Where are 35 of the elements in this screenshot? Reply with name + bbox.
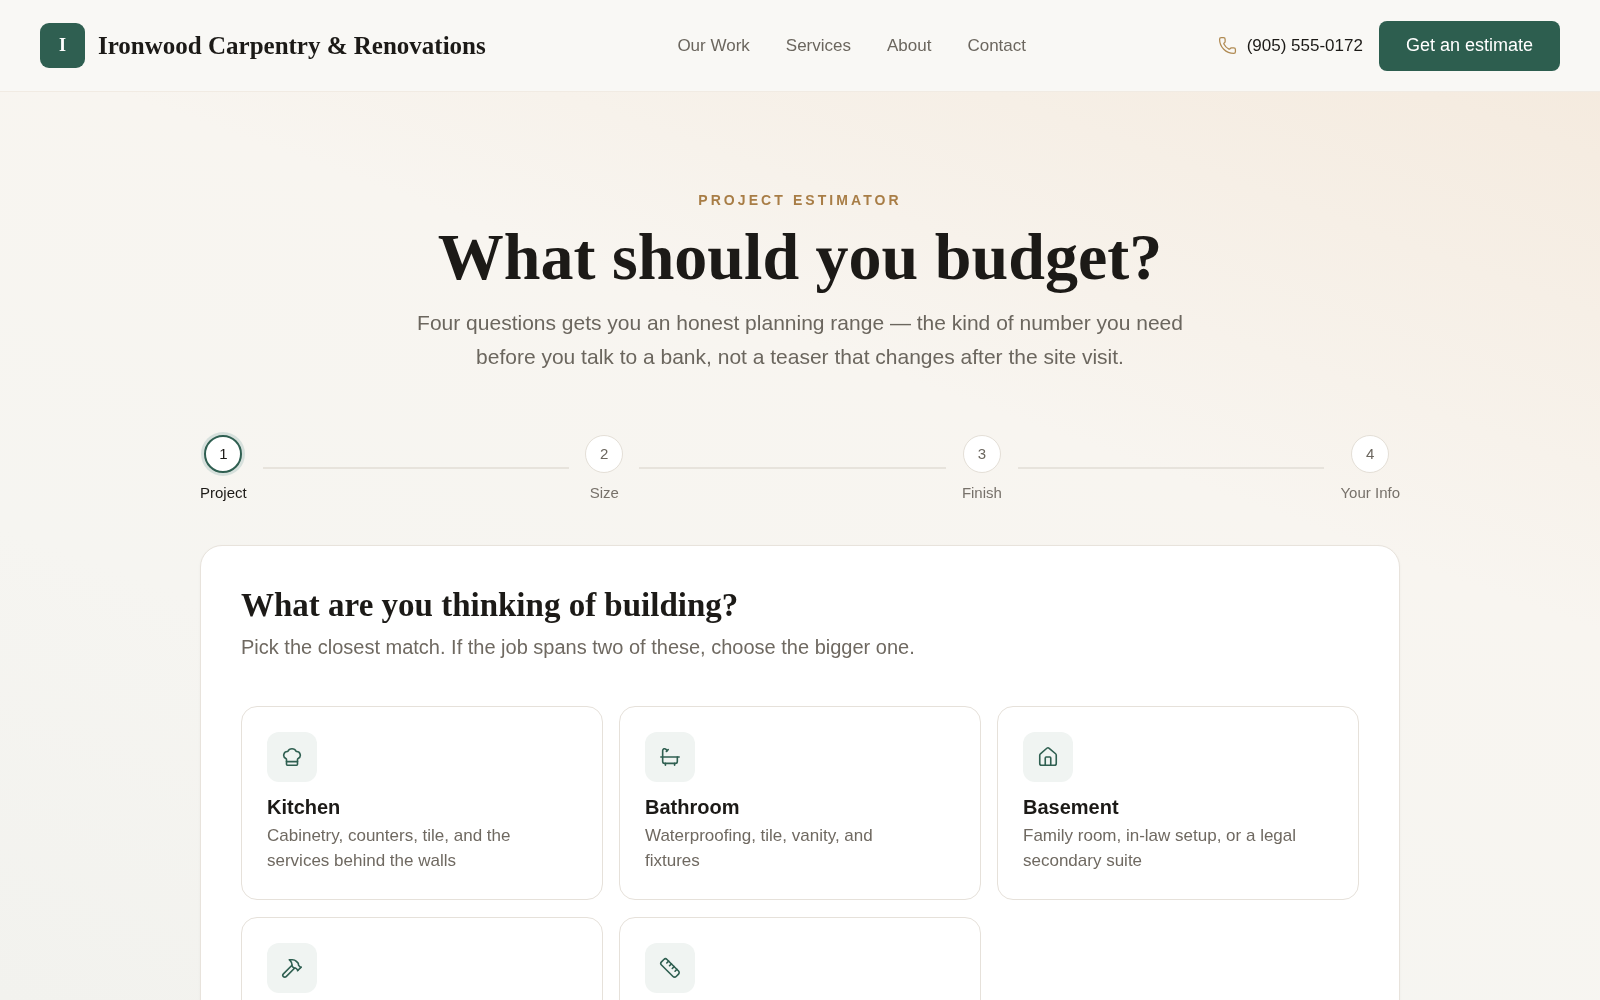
nav-link[interactable]: Services <box>785 32 851 59</box>
option-card[interactable]: Bathroom Waterproofing, tile, vanity, and fixtures <box>619 706 981 900</box>
phone-icon <box>1217 36 1237 55</box>
question-title: What are you thinking of building? <box>241 586 740 625</box>
option-description: Cabinetry, counters, tile, and the services behind the walls <box>267 825 512 872</box>
step-label: Size <box>589 483 619 503</box>
option-card[interactable]: Basement Family room, in-law setup, or a legal secondary suite <box>997 706 1359 900</box>
option-card[interactable] <box>241 917 603 1000</box>
step-circle: 1 <box>201 432 246 476</box>
nav-link[interactable]: About <box>887 32 932 59</box>
step-label: Project <box>200 483 247 503</box>
option-title: Bathroom <box>645 795 740 819</box>
logo-mark[interactable]: I <box>40 23 85 68</box>
chef-hat-icon <box>267 732 317 782</box>
step-label: Finish <box>961 483 1002 503</box>
option-title: Basement <box>1023 795 1119 819</box>
hammer-icon <box>267 943 317 993</box>
nav-link[interactable]: Our Work <box>677 32 750 59</box>
house-icon <box>1023 732 1073 782</box>
option-description: Waterproofing, tile, vanity, and fixtures <box>645 825 874 872</box>
ruler-icon <box>645 943 695 993</box>
phone-number[interactable]: (905) 555-0172 <box>1246 32 1363 59</box>
page-subtitle: Four questions gets you an honest planning range — the kind of number you need before you talk to a bank, not a teaser that changes after the site visit. <box>416 310 1184 370</box>
option-card[interactable] <box>619 917 981 1000</box>
option-title: Kitchen <box>267 795 341 819</box>
step-label: Your Info <box>1340 483 1400 503</box>
eyebrow-label: PROJECT ESTIMATOR <box>698 191 902 210</box>
question-hint: Pick the closest match. If the job spans two of these, choose the bigger one. <box>241 635 916 660</box>
bathtub-icon <box>645 732 695 782</box>
page-title: What should you budget? <box>437 223 1163 291</box>
estimate-button[interactable]: Get an estimate <box>1378 20 1560 71</box>
nav-link[interactable]: Contact <box>967 32 1027 59</box>
option-card[interactable]: Kitchen Cabinetry, counters, tile, and the services behind the walls <box>241 706 603 900</box>
option-description: Family room, in-law setup, or a legal secondary suite <box>1023 825 1298 872</box>
brand-name[interactable]: Ironwood Carpentry & Renovations <box>98 26 486 65</box>
